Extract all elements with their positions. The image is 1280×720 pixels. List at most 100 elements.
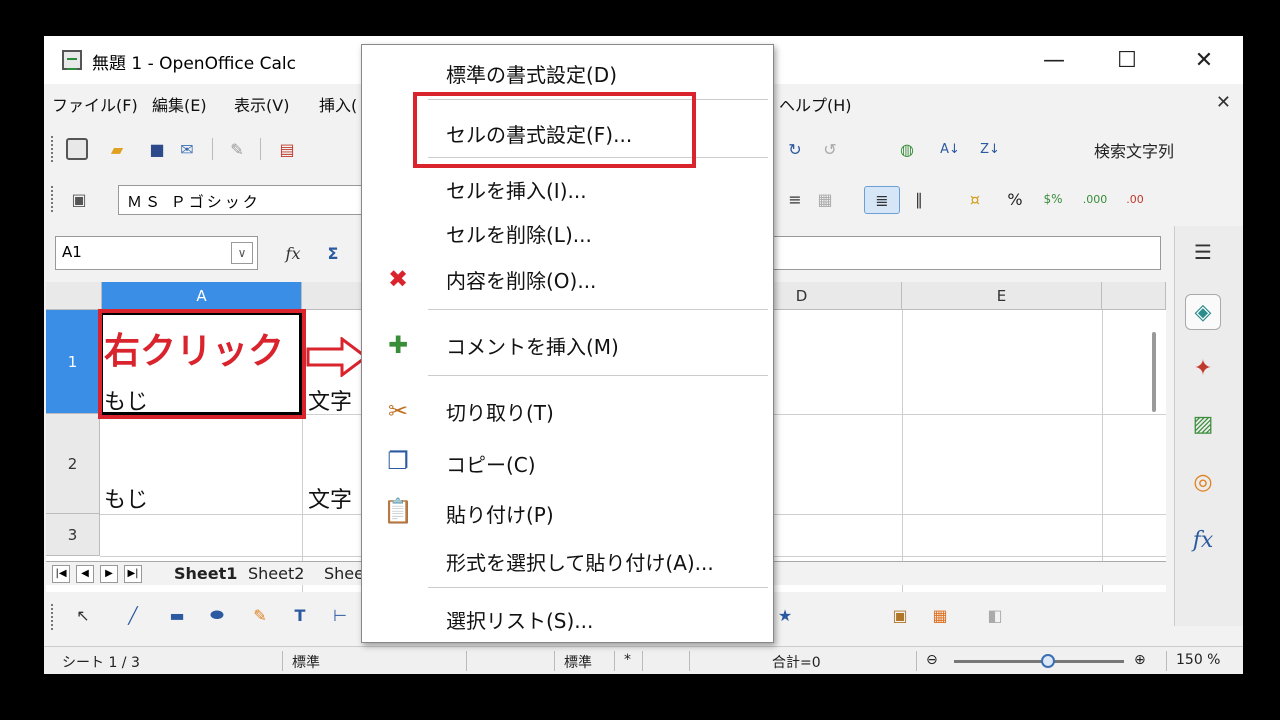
menu-view[interactable]: 表示(V) [234,92,289,116]
freeform-tool-icon[interactable]: ✎ [249,604,271,626]
functions-icon[interactable]: fx [1185,522,1221,558]
calc-app-icon [62,50,82,70]
save-icon[interactable]: ■ [146,138,168,160]
cell-b1[interactable]: 文字 [308,384,352,416]
status-separator [614,651,615,671]
menu-highlight-box [413,92,696,168]
maximize-button[interactable]: ☐ [1092,36,1162,84]
insert-image-icon[interactable]: ▦ [929,604,951,626]
status-separator [642,651,643,671]
ellipse-tool-icon[interactable]: ⬬ [206,604,228,626]
menu-help[interactable]: ヘルプ(H) [779,92,852,116]
first-sheet-button[interactable]: |◀ [52,565,70,583]
menu-default-formatting[interactable]: 標準の書式設定(D) [446,59,617,88]
fontwork-icon[interactable]: ▣ [889,604,911,626]
zoom-level[interactable]: 150 % [1176,652,1220,668]
menu-file[interactable]: ファイル(F) [52,92,138,116]
menu-delete-cells[interactable]: セルを削除(L)... [446,219,592,248]
menu-paste-special[interactable]: 形式を選択して貼り付け(A)... [446,547,714,576]
row-header-1[interactable]: 1 [46,310,100,414]
clipboard-icon: 📋 [383,497,413,525]
sort-ascending-icon[interactable]: A↓ [939,138,961,160]
navigator-globe-icon[interactable]: ◍ [896,138,918,160]
redo-disabled-icon[interactable]: ↺ [819,138,841,160]
column-header-a[interactable]: A [102,282,302,310]
export-pdf-icon[interactable]: ▤ [276,138,298,160]
sum-display: 合計=0 [772,655,821,671]
menu-paste[interactable]: 貼り付け(P) [446,499,554,528]
zoom-slider-knob[interactable] [1041,654,1055,668]
sheet-tab-3[interactable]: Shee [324,562,364,586]
find-text-field[interactable]: 検索文字列 [1094,138,1214,164]
toolbar-separator [260,138,261,160]
minimize-button[interactable]: — [1019,36,1089,84]
percent-icon[interactable]: % [1004,188,1026,210]
zoom-slider[interactable] [954,660,1124,663]
sheet-tab-1[interactable]: Sheet1 [174,562,237,586]
close-button[interactable]: ✕ [1169,36,1239,84]
properties-icon[interactable]: ◈ [1185,294,1221,330]
sort-descending-icon[interactable]: Z↓ [979,138,1001,160]
sidebar-menu-icon[interactable]: ☰ [1185,234,1221,270]
menu-edit[interactable]: 編集(E) [152,92,207,116]
last-sheet-button[interactable]: ▶| [124,565,142,583]
zoom-in-icon[interactable]: ⊕ [1134,652,1146,668]
redo-icon[interactable]: ↻ [784,138,806,160]
menu-separator [428,375,768,376]
formula-input[interactable] [771,236,1161,270]
line-tool-icon[interactable]: ╱ [122,604,144,626]
standard-format-icon[interactable]: $% [1042,188,1064,210]
status-separator [466,651,467,671]
column-header-e[interactable]: E [902,282,1102,310]
wrap-text-icon[interactable]: ≣ [864,186,900,214]
align-justify-icon[interactable]: ≡ [784,188,806,210]
menu-insert-cells[interactable]: セルを挿入(I)... [446,175,587,204]
cell-a2[interactable]: もじ [104,482,148,514]
function-wizard-icon[interactable]: fx [282,242,304,264]
navigator-icon[interactable]: ◎ [1185,464,1221,500]
chevron-down-icon[interactable]: ∨ [231,242,253,264]
rectangle-tool-icon[interactable]: ▬ [166,604,188,626]
name-box[interactable]: A1 ∨ [55,236,258,270]
menu-cut[interactable]: 切り取り(T) [446,397,554,426]
cell-b2[interactable]: 文字 [308,482,352,514]
font-name-field[interactable]: ＭＳ Ｐゴシック [118,185,364,215]
column-header-f[interactable] [1102,282,1166,310]
menu-insert[interactable]: 挿入( [319,92,357,116]
document-close-icon[interactable]: ✕ [1216,92,1231,113]
zoom-out-icon[interactable]: ⊖ [926,652,938,668]
delete-decimal-icon[interactable]: .00 [1124,188,1146,210]
styles-icon[interactable]: ▣ [68,188,90,210]
row-header-3[interactable]: 3 [46,514,100,556]
sum-icon[interactable]: Σ [322,242,344,264]
sheet-tab-2[interactable]: Sheet2 [248,562,304,586]
email-icon[interactable]: ✉ [176,138,198,160]
extrusion-icon[interactable]: ◧ [984,604,1006,626]
prev-sheet-button[interactable]: ◀ [76,565,94,583]
text-tool-icon[interactable]: T [289,604,311,626]
toolbar-grip[interactable] [51,186,55,212]
callout-tool-icon[interactable]: ⊢ [329,604,351,626]
toolbar-grip[interactable] [51,136,55,162]
menu-copy[interactable]: コピー(C) [446,449,536,478]
open-folder-icon[interactable]: ▰ [106,138,128,160]
next-sheet-button[interactable]: ▶ [100,565,118,583]
gallery-icon[interactable]: ▨ [1185,406,1221,442]
menu-insert-comment[interactable]: コメントを挿入(M) [446,331,619,360]
stars-tool-icon[interactable]: ★ [774,604,796,626]
new-document-icon[interactable] [66,138,88,160]
row-header-2[interactable]: 2 [46,414,100,514]
menu-delete-contents[interactable]: 内容を削除(O)... [446,265,596,294]
add-decimal-icon[interactable]: .000 [1083,188,1108,210]
vertical-text-icon[interactable]: ∥ [908,188,930,210]
currency-icon[interactable]: ¤ [964,188,986,210]
sheet-indicator: シート 1 / 3 [62,655,140,671]
corner-select-all[interactable] [46,282,102,310]
vertical-scrollbar-thumb[interactable] [1152,332,1156,412]
select-pointer-icon[interactable]: ↖ [72,604,94,626]
merge-cells-icon[interactable]: ▦ [814,188,836,210]
styles-formatting-icon[interactable]: ✦ [1185,350,1221,386]
toolbar-grip[interactable] [51,604,55,630]
edit-file-icon[interactable]: ✎ [226,138,248,160]
menu-selection-list[interactable]: 選択リスト(S)... [446,605,593,634]
